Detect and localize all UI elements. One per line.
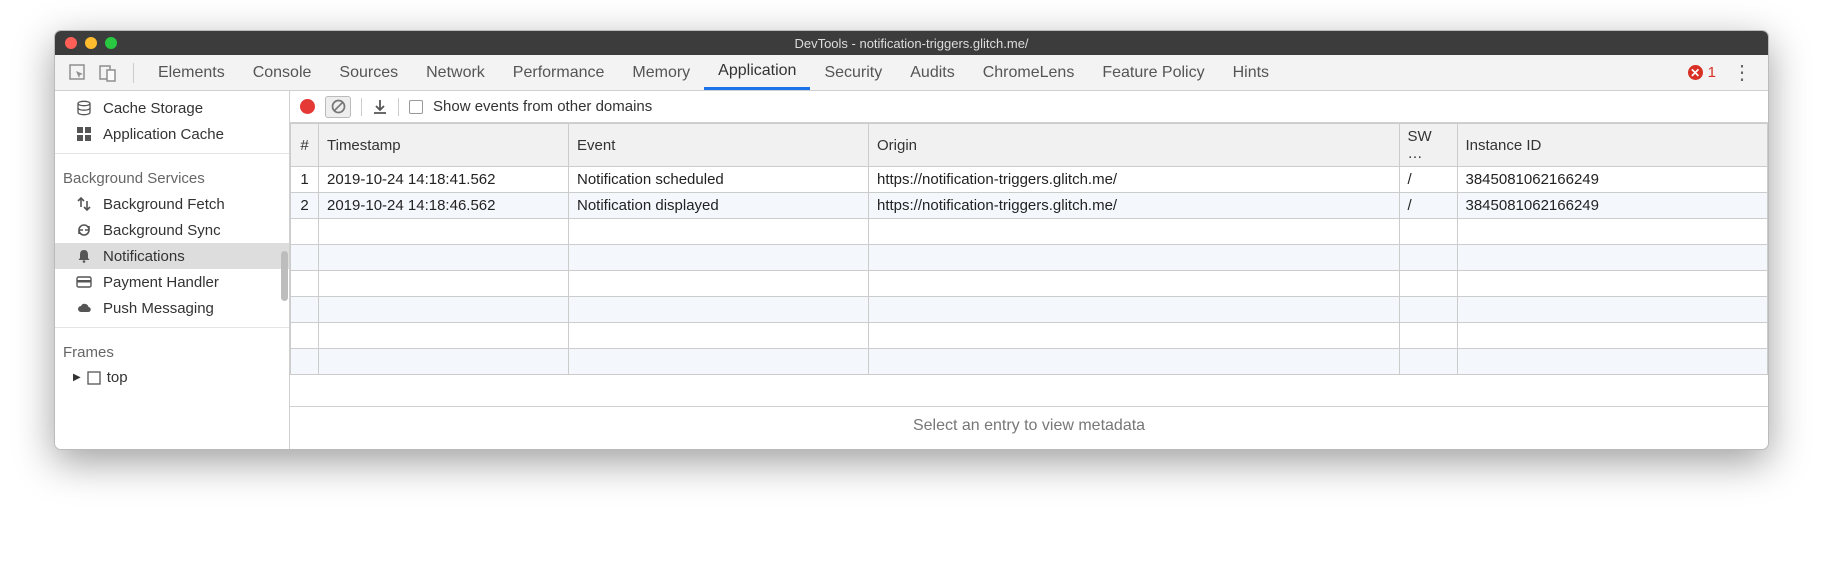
cell-origin: https://notification-triggers.glitch.me/ — [869, 193, 1400, 219]
sidebar-group-background-services: Background Services — [55, 160, 289, 191]
inspect-element-icon[interactable] — [67, 62, 89, 84]
sidebar-item-label: Application Cache — [103, 126, 224, 143]
table-row-empty — [291, 245, 1768, 271]
cell-origin: https://notification-triggers.glitch.me/ — [869, 167, 1400, 193]
table-row-empty — [291, 323, 1768, 349]
sync-icon — [75, 221, 93, 239]
download-icon — [372, 99, 388, 115]
tab-sources[interactable]: Sources — [325, 55, 412, 90]
error-count-value: 1 — [1708, 64, 1716, 81]
sidebar-item-label: Push Messaging — [103, 300, 214, 317]
tab-feature-policy[interactable]: Feature Policy — [1088, 55, 1218, 90]
sidebar-divider — [55, 327, 289, 328]
tab-performance[interactable]: Performance — [499, 55, 619, 90]
sidebar-item-label: Background Fetch — [103, 196, 225, 213]
tab-security[interactable]: Security — [810, 55, 896, 90]
cell-sw: / — [1399, 167, 1457, 193]
scrollbar-thumb[interactable] — [281, 251, 288, 301]
tab-audits[interactable]: Audits — [896, 55, 968, 90]
events-table: #TimestampEventOriginSW …Instance ID 120… — [290, 123, 1768, 406]
sidebar-item-label: Background Sync — [103, 222, 221, 239]
devtools-tabbar: ElementsConsoleSourcesNetworkPerformance… — [55, 55, 1768, 91]
column-header[interactable]: Instance ID — [1457, 124, 1768, 167]
table-row[interactable]: 12019-10-24 14:18:41.562Notification sch… — [291, 167, 1768, 193]
cloud-icon — [75, 299, 93, 317]
separator — [133, 63, 134, 83]
cell-iid: 3845081062166249 — [1457, 193, 1768, 219]
frames-item-label: top — [107, 369, 128, 386]
column-header[interactable]: # — [291, 124, 319, 167]
sidebar-item-label: Notifications — [103, 248, 185, 265]
grid-icon — [75, 125, 93, 143]
column-header[interactable]: Origin — [869, 124, 1400, 167]
tab-application[interactable]: Application — [704, 55, 810, 90]
sidebar-item-label: Cache Storage — [103, 100, 203, 117]
tab-memory[interactable]: Memory — [618, 55, 704, 90]
cell-n: 1 — [291, 167, 319, 193]
device-toolbar-icon[interactable] — [97, 62, 119, 84]
sidebar-item-background-fetch[interactable]: Background Fetch — [55, 191, 289, 217]
sidebar-group-frames: Frames — [55, 334, 289, 365]
card-icon — [75, 273, 93, 291]
sidebar-item-payment-handler[interactable]: Payment Handler — [55, 269, 289, 295]
error-icon: ✕ — [1688, 65, 1703, 80]
frames-item-top[interactable]: ▶ top — [55, 365, 289, 390]
sidebar-item-background-sync[interactable]: Background Sync — [55, 217, 289, 243]
table-row-empty — [291, 349, 1768, 375]
clear-button[interactable] — [325, 96, 351, 118]
more-menu-icon[interactable]: ⋮ — [1724, 60, 1760, 85]
tab-hints[interactable]: Hints — [1219, 55, 1283, 90]
frame-icon — [87, 371, 101, 385]
swap-icon — [75, 195, 93, 213]
show-other-domains-checkbox[interactable] — [409, 100, 423, 114]
sidebar-item-notifications[interactable]: Notifications — [55, 243, 289, 269]
record-button[interactable] — [300, 99, 315, 114]
detail-placeholder: Select an entry to view metadata — [290, 406, 1768, 449]
database-icon — [75, 99, 93, 117]
sidebar-item-cache-storage[interactable]: Cache Storage — [55, 95, 289, 121]
cell-sw: / — [1399, 193, 1457, 219]
table-row-empty — [291, 219, 1768, 245]
separator — [361, 98, 362, 116]
cell-iid: 3845081062166249 — [1457, 167, 1768, 193]
cell-ts: 2019-10-24 14:18:41.562 — [319, 167, 569, 193]
column-header[interactable]: Timestamp — [319, 124, 569, 167]
no-sign-icon — [331, 99, 346, 114]
table-row-empty — [291, 297, 1768, 323]
bell-icon — [75, 247, 93, 265]
minimize-window-button[interactable] — [85, 37, 97, 49]
window-titlebar: DevTools - notification-triggers.glitch.… — [55, 31, 1768, 55]
separator — [398, 98, 399, 116]
tab-console[interactable]: Console — [239, 55, 326, 90]
close-window-button[interactable] — [65, 37, 77, 49]
sidebar-divider — [55, 153, 289, 154]
sidebar-item-application-cache[interactable]: Application Cache — [55, 121, 289, 147]
sidebar-item-push-messaging[interactable]: Push Messaging — [55, 295, 289, 321]
column-header[interactable]: SW … — [1399, 124, 1457, 167]
window-title: DevTools - notification-triggers.glitch.… — [55, 36, 1768, 51]
tab-network[interactable]: Network — [412, 55, 499, 90]
download-button[interactable] — [372, 99, 388, 115]
cell-ev: Notification scheduled — [569, 167, 869, 193]
cell-ts: 2019-10-24 14:18:46.562 — [319, 193, 569, 219]
application-sidebar: Cache Storage Application Cache Backgroun… — [55, 91, 290, 449]
cell-ev: Notification displayed — [569, 193, 869, 219]
column-header[interactable]: Event — [569, 124, 869, 167]
sidebar-item-label: Payment Handler — [103, 274, 219, 291]
events-toolbar: Show events from other domains — [290, 91, 1768, 123]
show-other-domains-label: Show events from other domains — [433, 98, 652, 115]
table-row-empty — [291, 271, 1768, 297]
maximize-window-button[interactable] — [105, 37, 117, 49]
table-row[interactable]: 22019-10-24 14:18:46.562Notification dis… — [291, 193, 1768, 219]
disclosure-triangle-icon: ▶ — [73, 372, 81, 383]
error-count[interactable]: ✕ 1 — [1688, 64, 1716, 81]
tab-elements[interactable]: Elements — [144, 55, 239, 90]
tab-chromelens[interactable]: ChromeLens — [969, 55, 1089, 90]
cell-n: 2 — [291, 193, 319, 219]
